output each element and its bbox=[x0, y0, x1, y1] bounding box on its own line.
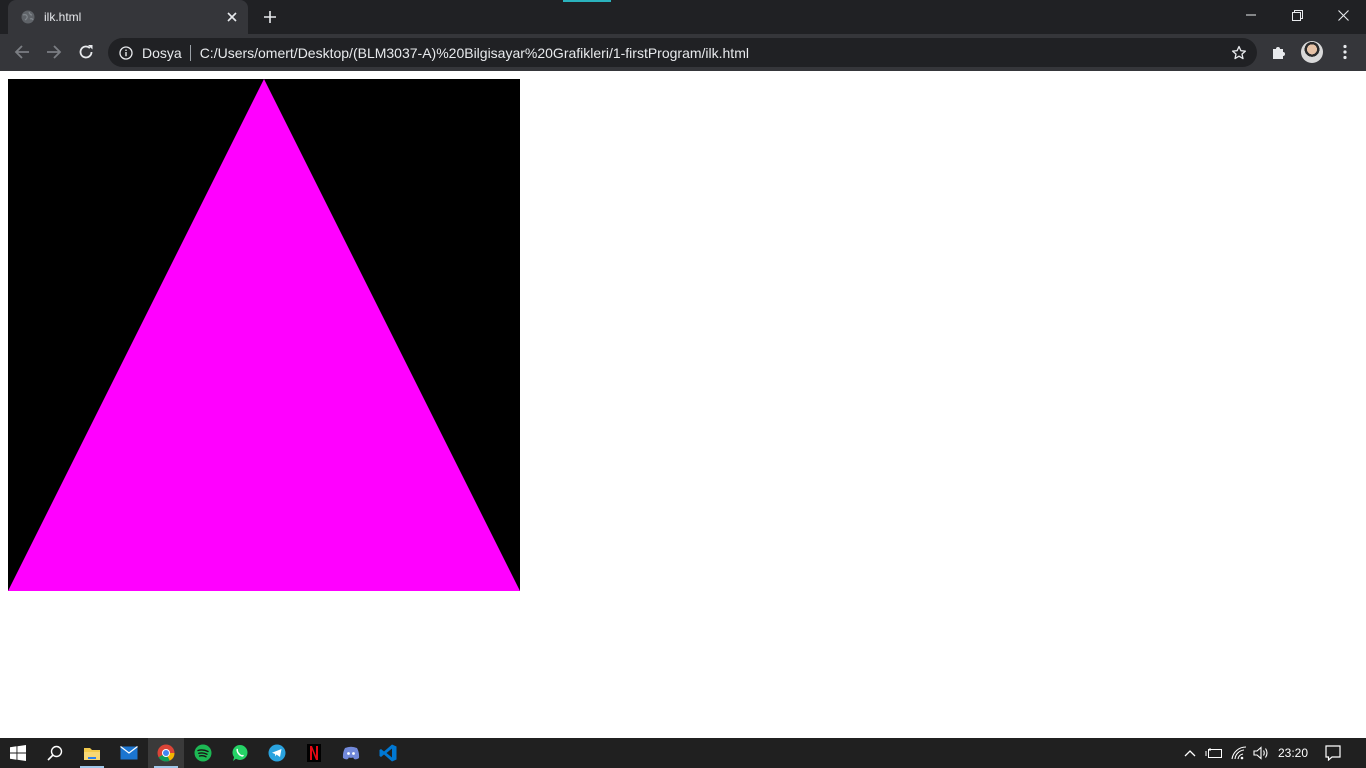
volume-icon[interactable] bbox=[1250, 738, 1272, 768]
restore-icon[interactable] bbox=[1274, 0, 1320, 30]
toolbar: Dosya C:/Users/omert/Desktop/(BLM3037-A)… bbox=[0, 34, 1366, 71]
puzzle-icon[interactable] bbox=[1264, 37, 1294, 67]
reload-icon[interactable] bbox=[71, 37, 101, 67]
tab-active[interactable]: ilk.html bbox=[8, 0, 248, 34]
mail-icon[interactable] bbox=[111, 738, 147, 768]
netflix-icon[interactable] bbox=[296, 738, 332, 768]
taskbar: 23:20 bbox=[0, 738, 1366, 768]
info-icon[interactable] bbox=[118, 45, 134, 61]
kebab-menu-icon[interactable] bbox=[1330, 37, 1360, 67]
back-arrow-icon[interactable] bbox=[7, 37, 37, 67]
minimize-icon[interactable] bbox=[1228, 0, 1274, 30]
star-icon[interactable] bbox=[1224, 38, 1254, 67]
taskbar-clock[interactable]: 23:20 bbox=[1270, 738, 1316, 768]
notification-icon[interactable] bbox=[1320, 738, 1346, 768]
vscode-icon[interactable] bbox=[370, 738, 406, 768]
wifi-icon[interactable] bbox=[1228, 738, 1250, 768]
close-window-icon[interactable] bbox=[1320, 0, 1366, 30]
page-viewport bbox=[0, 71, 1366, 738]
omnibox-divider bbox=[189, 44, 191, 61]
telegram-icon[interactable] bbox=[259, 738, 295, 768]
globe-icon bbox=[20, 9, 36, 25]
start-icon[interactable] bbox=[0, 738, 36, 768]
whatsapp-icon[interactable] bbox=[222, 738, 258, 768]
chevron-up-icon[interactable] bbox=[1180, 738, 1200, 768]
url-text[interactable]: C:/Users/omert/Desktop/(BLM3037-A)%20Bil… bbox=[200, 45, 1224, 61]
tab-title: ilk.html bbox=[44, 10, 82, 24]
discord-icon[interactable] bbox=[333, 738, 369, 768]
plus-icon[interactable] bbox=[256, 3, 284, 31]
file-explorer-icon[interactable] bbox=[74, 738, 110, 768]
tab-strip: ilk.html bbox=[0, 0, 1366, 34]
battery-icon[interactable] bbox=[1203, 738, 1225, 768]
webgl-canvas bbox=[8, 79, 520, 591]
address-bar[interactable]: Dosya C:/Users/omert/Desktop/(BLM3037-A)… bbox=[108, 38, 1257, 67]
site-scheme-label[interactable]: Dosya bbox=[142, 45, 182, 61]
avatar-icon[interactable] bbox=[1301, 41, 1323, 63]
forward-arrow-icon[interactable] bbox=[39, 37, 69, 67]
chrome-icon[interactable] bbox=[148, 738, 184, 768]
close-icon[interactable] bbox=[218, 3, 246, 31]
search-icon[interactable] bbox=[37, 738, 73, 768]
window-accent bbox=[563, 0, 611, 2]
spotify-icon[interactable] bbox=[185, 738, 221, 768]
